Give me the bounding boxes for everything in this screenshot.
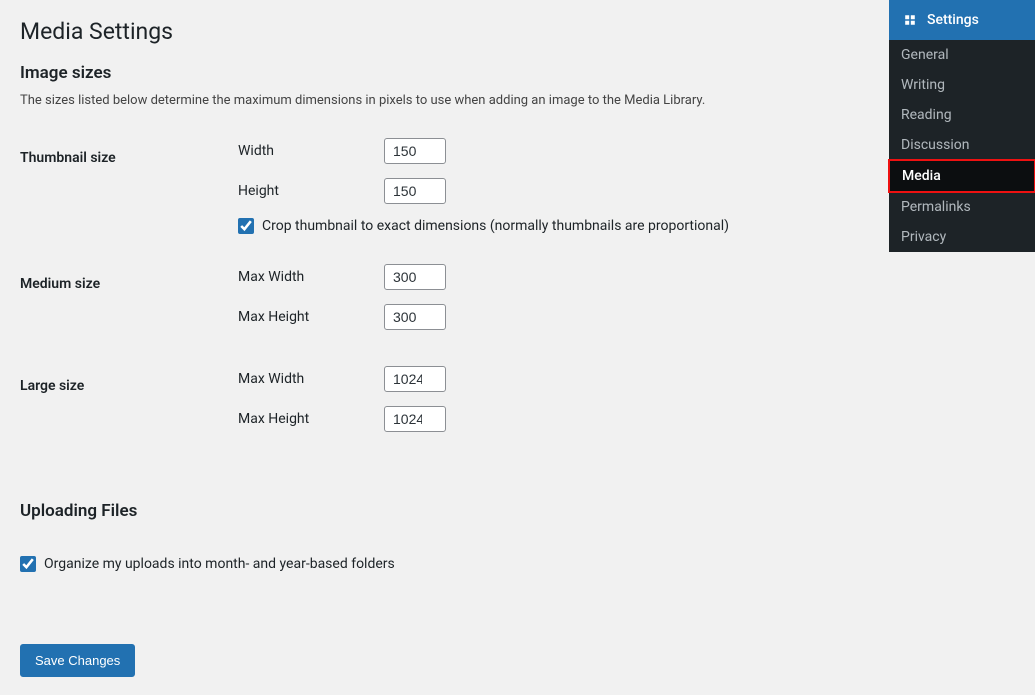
large-max-height-row: Max Height	[238, 406, 869, 432]
settings-icon	[901, 11, 919, 29]
large-max-width-input[interactable]	[384, 366, 446, 392]
thumbnail-crop-label[interactable]: Crop thumbnail to exact dimensions (norm…	[262, 218, 729, 234]
sidebar-item-general[interactable]: General	[889, 40, 1035, 70]
section-uploading-files-title: Uploading Files	[20, 501, 869, 521]
medium-max-height-row: Max Height	[238, 304, 869, 330]
thumbnail-height-label: Height	[238, 183, 384, 199]
organize-uploads-label[interactable]: Organize my uploads into month- and year…	[44, 556, 395, 572]
medium-max-height-label: Max Height	[238, 309, 384, 325]
thumbnail-height-input[interactable]	[384, 178, 446, 204]
sidebar-header-label: Settings	[927, 12, 979, 28]
sidebar-item-media[interactable]: Media	[888, 159, 1035, 193]
main-content: Media Settings Image sizes The sizes lis…	[0, 0, 889, 695]
sidebar-item-writing[interactable]: Writing	[889, 70, 1035, 100]
uploads-section: Uploading Files Organize my uploads into…	[20, 501, 869, 572]
thumbnail-size-heading: Thumbnail size	[20, 138, 238, 264]
medium-max-width-input[interactable]	[384, 264, 446, 290]
settings-form-table: Thumbnail size Width Height Crop thumbna…	[20, 138, 869, 446]
save-changes-button[interactable]: Save Changes	[20, 644, 135, 677]
sidebar-header[interactable]: Settings	[889, 0, 1035, 40]
thumbnail-width-input[interactable]	[384, 138, 446, 164]
sidebar-item-permalinks[interactable]: Permalinks	[889, 192, 1035, 222]
medium-max-width-label: Max Width	[238, 269, 384, 285]
medium-max-width-row: Max Width	[238, 264, 869, 290]
sidebar-item-reading[interactable]: Reading	[889, 100, 1035, 130]
medium-max-height-input[interactable]	[384, 304, 446, 330]
large-max-width-label: Max Width	[238, 371, 384, 387]
organize-uploads-row: Organize my uploads into month- and year…	[20, 556, 869, 572]
medium-size-heading: Medium size	[20, 264, 238, 344]
large-size-heading: Large size	[20, 366, 238, 446]
thumbnail-height-row: Height	[238, 178, 869, 204]
settings-sidebar: Settings General Writing Reading Discuss…	[889, 0, 1035, 252]
large-max-width-row: Max Width	[238, 366, 869, 392]
large-max-height-input[interactable]	[384, 406, 446, 432]
sidebar-item-discussion[interactable]: Discussion	[889, 130, 1035, 160]
thumbnail-width-row: Width	[238, 138, 869, 164]
organize-uploads-checkbox[interactable]	[20, 556, 36, 572]
thumbnail-width-label: Width	[238, 143, 384, 159]
thumbnail-crop-row: Crop thumbnail to exact dimensions (norm…	[238, 218, 869, 234]
large-max-height-label: Max Height	[238, 411, 384, 427]
sidebar-item-privacy[interactable]: Privacy	[889, 222, 1035, 252]
page-title: Media Settings	[20, 18, 869, 45]
thumbnail-crop-checkbox[interactable]	[238, 218, 254, 234]
section-image-sizes-desc: The sizes listed below determine the max…	[20, 93, 869, 108]
section-image-sizes-title: Image sizes	[20, 63, 869, 83]
